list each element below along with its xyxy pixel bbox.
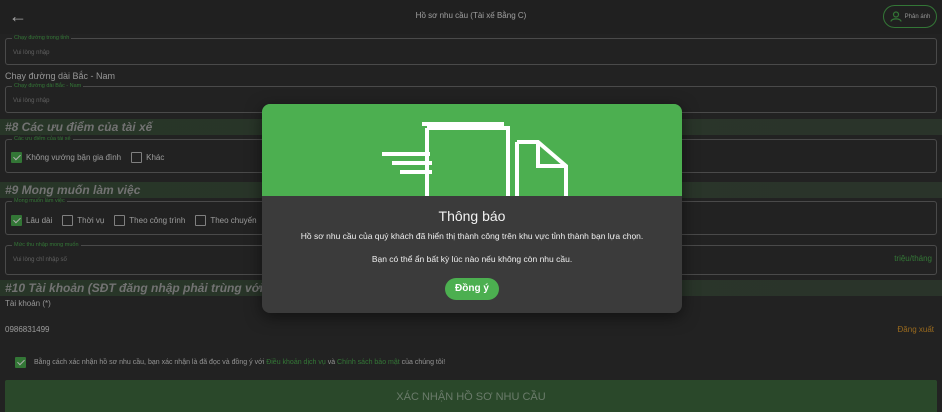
dialog-header bbox=[262, 104, 682, 196]
notification-dialog: Thông báo Hồ sơ nhu cầu của quý khách đã… bbox=[262, 104, 682, 313]
agree-button[interactable]: Đồng ý bbox=[445, 278, 499, 300]
dialog-message: Hồ sơ nhu cầu của quý khách đã hiển thị … bbox=[300, 231, 644, 241]
documents-icon bbox=[382, 122, 568, 196]
dialog-message-secondary: Bạn có thể ẩn bất kỳ lúc nào nếu không c… bbox=[371, 254, 573, 264]
dialog-title: Thông báo bbox=[438, 208, 506, 224]
